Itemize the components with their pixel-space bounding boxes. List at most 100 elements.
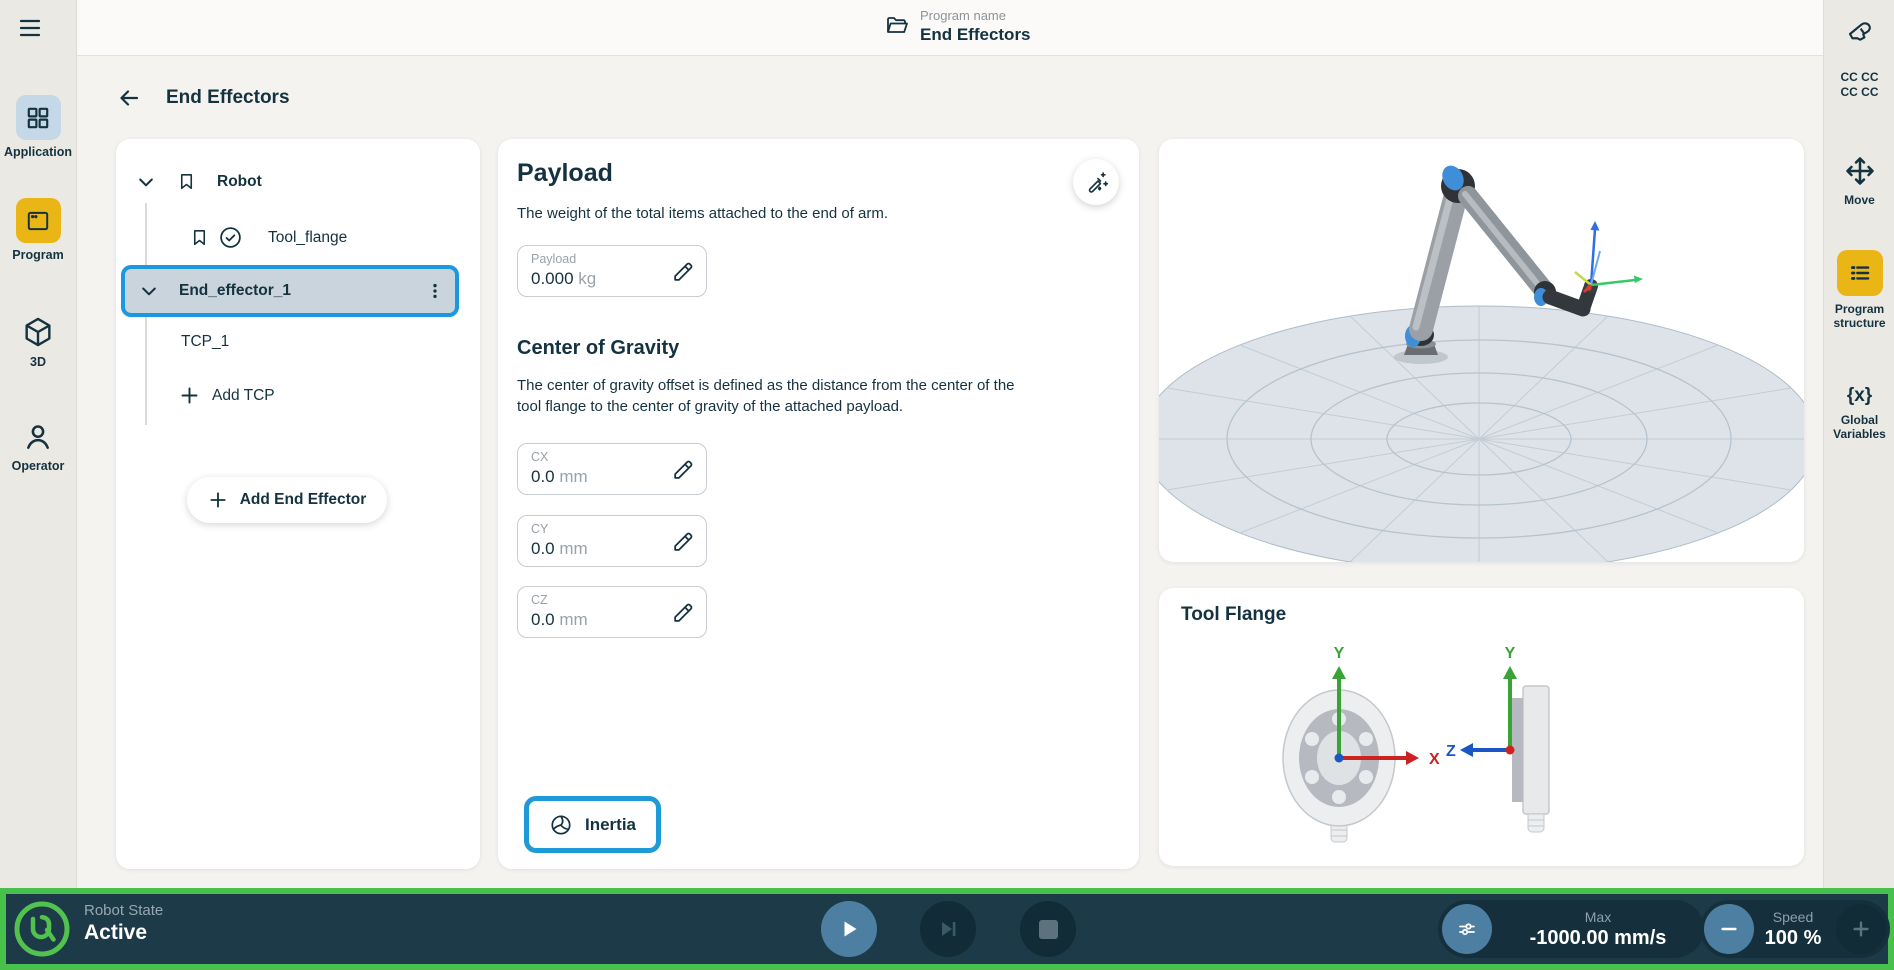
speed-decrease-button[interactable]: [1704, 904, 1754, 954]
add-end-effector-label: Add End Effector: [240, 491, 367, 509]
cog-cz-field[interactable]: CZ 0.0 mm: [517, 586, 707, 638]
payload-field[interactable]: Payload 0.000 kg: [517, 245, 707, 297]
tree-node-label: Robot: [217, 173, 262, 191]
stop-button[interactable]: [1020, 901, 1076, 957]
program-name-block[interactable]: Program name End Effectors: [884, 8, 1031, 45]
edit-pencil-icon[interactable]: [671, 457, 696, 482]
tree-node-end-effector-selected[interactable]: End_effector_1: [121, 265, 459, 317]
robot-3d-scene: [1159, 139, 1804, 562]
tool-flange-panel: Tool Flange: [1159, 588, 1804, 866]
play-icon: [837, 917, 861, 941]
sidebar-item-label: Global Variables: [1830, 413, 1890, 441]
field-unit: mm: [559, 539, 587, 558]
tree-node-robot[interactable]: Robot: [136, 171, 262, 192]
speed-label: Speed: [1754, 910, 1832, 924]
field-value: 0.0: [531, 467, 555, 486]
robot-state-block[interactable]: Robot State Active: [84, 902, 163, 945]
bookmark-icon: [190, 227, 209, 248]
sidebar-item-application[interactable]: Application: [0, 95, 76, 159]
program-name-label: Program name: [920, 8, 1031, 23]
page-title: End Effectors: [166, 87, 290, 109]
sidebar-item-global-variables[interactable]: {x} Global Variables: [1824, 385, 1894, 441]
payload-title: Payload: [517, 159, 613, 188]
robot-state-value: Active: [84, 921, 163, 945]
edit-pencil-icon[interactable]: [671, 259, 696, 284]
back-button[interactable]: [116, 86, 142, 110]
sidebar-item-label: 3D: [30, 355, 46, 369]
max-label: Max: [1492, 910, 1704, 924]
skip-next-button[interactable]: [920, 901, 976, 957]
sidebar-item-3d[interactable]: 3D: [0, 314, 76, 369]
sidebar-item-label: Application: [4, 145, 72, 159]
sidebar-item-program[interactable]: Program: [0, 198, 76, 262]
menu-icon[interactable]: [16, 16, 44, 40]
inertia-button[interactable]: Inertia: [524, 796, 661, 853]
field-label: CX: [531, 450, 548, 464]
edit-pencil-icon[interactable]: [671, 529, 696, 554]
field-value: 0.000: [531, 269, 574, 288]
payload-panel: Payload The weight of the total items at…: [498, 139, 1139, 869]
edit-pencil-icon[interactable]: [671, 600, 696, 625]
cc-status-line1: CC CC: [1841, 70, 1879, 85]
cog-cx-field[interactable]: CX 0.0 mm: [517, 443, 707, 495]
speed-value: 100 %: [1754, 928, 1832, 948]
inertia-button-label: Inertia: [585, 815, 636, 835]
tree-node-label: End_effector_1: [179, 282, 425, 300]
inertia-swirl-icon: [549, 813, 573, 837]
ur-logo: [12, 899, 72, 959]
plus-icon: [179, 385, 200, 406]
play-button[interactable]: [821, 901, 877, 957]
end-effector-tree-panel: Robot Tool_flange End_effector_1 TCP_1 A…: [116, 139, 480, 869]
folder-icon: [884, 14, 910, 38]
application-grid-icon: [16, 95, 61, 140]
speed-settings-button[interactable]: [1442, 904, 1492, 954]
stop-icon: [1039, 920, 1058, 939]
tree-node-tool-flange[interactable]: Tool_flange: [190, 225, 347, 250]
sliders-icon: [1455, 917, 1479, 941]
tree-node-tcp[interactable]: TCP_1: [181, 333, 229, 351]
freedrive-hand-button[interactable]: [1824, 16, 1894, 48]
chevron-down-icon[interactable]: [136, 172, 156, 192]
field-unit: kg: [578, 269, 596, 288]
field-unit: mm: [559, 467, 587, 486]
robot-state-label: Robot State: [84, 902, 163, 919]
kebab-menu-icon[interactable]: [425, 280, 445, 302]
cube-icon: [21, 314, 55, 350]
chevron-down-icon[interactable]: [139, 281, 159, 301]
program-name: End Effectors: [920, 25, 1031, 45]
sidebar-item-move[interactable]: Move: [1824, 155, 1894, 207]
tree-node-label: Tool_flange: [268, 229, 347, 247]
move-arrows-icon: [1844, 155, 1876, 187]
add-tcp-button[interactable]: Add TCP: [179, 385, 275, 406]
field-value: 0.0: [531, 539, 555, 558]
sidebar-item-label: Move: [1844, 193, 1875, 207]
field-unit: mm: [559, 610, 587, 629]
add-end-effector-button[interactable]: Add End Effector: [187, 477, 387, 523]
program-window-icon: [16, 198, 61, 243]
axis-z-label: Z: [1446, 743, 1456, 760]
magic-wand-icon: [1084, 170, 1109, 195]
cc-status: CC CC CC CC: [1824, 70, 1894, 100]
axis-y-label: Y: [1334, 645, 1345, 662]
back-arrow-icon: [116, 86, 142, 110]
sidebar-item-program-structure[interactable]: Program structure: [1824, 250, 1894, 330]
speed-increase-button[interactable]: [1836, 904, 1886, 954]
variables-icon: {x}: [1847, 385, 1872, 407]
bookmark-icon: [177, 171, 196, 192]
tool-flange-title: Tool Flange: [1181, 604, 1286, 626]
plus-icon: [1850, 918, 1872, 940]
payload-wizard-button[interactable]: [1073, 159, 1119, 205]
check-circle-icon: [218, 225, 243, 250]
sidebar-item-operator[interactable]: Operator: [0, 420, 76, 473]
cog-cy-field[interactable]: CY 0.0 mm: [517, 515, 707, 567]
bottom-control-bar: Robot State Active Max -1000.00 mm/s: [0, 888, 1894, 970]
field-value: 0.0: [531, 610, 555, 629]
program-structure-list-icon: [1837, 250, 1883, 296]
hand-icon: [1843, 16, 1877, 48]
cog-description: The center of gravity offset is defined …: [517, 375, 1022, 417]
max-speed-display[interactable]: Max -1000.00 mm/s: [1492, 910, 1704, 948]
speed-display[interactable]: Speed 100 %: [1754, 910, 1832, 948]
field-label: CZ: [531, 593, 548, 607]
robot-3d-viewport[interactable]: [1159, 139, 1804, 562]
top-bar: Program name End Effectors: [77, 0, 1823, 56]
